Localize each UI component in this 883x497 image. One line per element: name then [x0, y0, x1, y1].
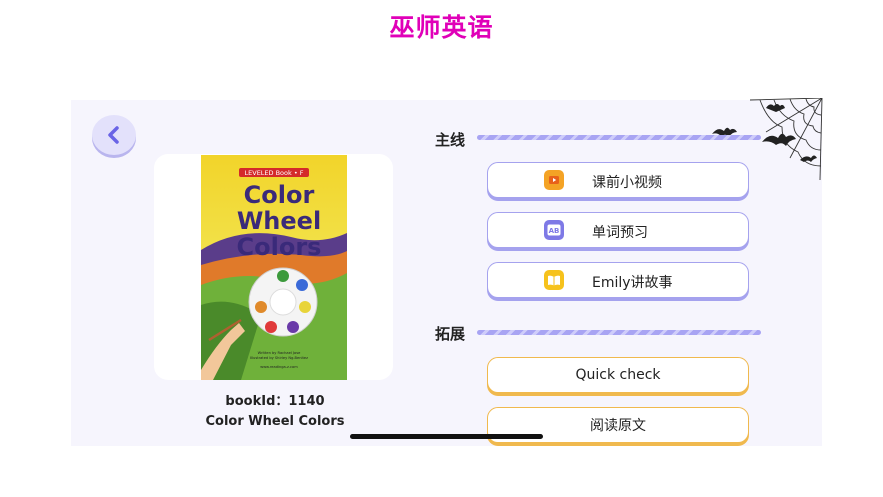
cover-credit-illustrator: Illustrated by Shirley Ng-Benitez — [250, 356, 308, 360]
pre-class-video-button[interactable]: 课前小视频 — [487, 162, 749, 198]
video-icon — [544, 170, 564, 190]
read-original-label: 阅读原文 — [590, 418, 646, 434]
word-preview-label: 单词预习 — [592, 225, 648, 241]
word-preview-button[interactable]: AB 单词预习 — [487, 212, 749, 248]
back-button[interactable] — [92, 115, 136, 155]
cover-title-line-2: Wheel — [237, 207, 321, 235]
svg-text:AB: AB — [549, 227, 560, 235]
home-indicator[interactable] — [350, 434, 543, 439]
emily-story-button[interactable]: Emily讲故事 — [487, 262, 749, 298]
book-title: Color Wheel Colors — [205, 414, 345, 429]
ab-word-icon: AB — [544, 220, 564, 240]
book-icon — [544, 270, 564, 290]
app-title: 巫师英语 — [389, 13, 494, 42]
section-divider-main — [477, 135, 761, 140]
section-divider-extension — [477, 330, 761, 335]
emily-story-label: Emily讲故事 — [592, 275, 673, 291]
cover-title-line-1: Color — [244, 181, 315, 209]
section-label-main: 主线 — [435, 131, 466, 149]
book-cover[interactable]: LEVELED Book • F Color Wheel Colors Writ… — [201, 155, 347, 380]
section-label-extension: 拓展 — [435, 325, 466, 343]
quick-check-button[interactable]: Quick check — [487, 357, 749, 393]
cover-series-text: LEVELED Book • F — [245, 169, 304, 177]
book-id: bookId：1140 — [225, 394, 325, 409]
back-arrow-icon — [108, 126, 119, 144]
pre-class-video-label: 课前小视频 — [592, 175, 662, 191]
quick-check-label: Quick check — [575, 367, 661, 383]
cover-site: www.readinga-z.com — [260, 365, 298, 369]
cover-title-line-3: Colors — [237, 233, 322, 261]
color-wheel-palette — [248, 267, 318, 337]
cover-credit-author: Written by Rachael Jose — [258, 351, 301, 355]
